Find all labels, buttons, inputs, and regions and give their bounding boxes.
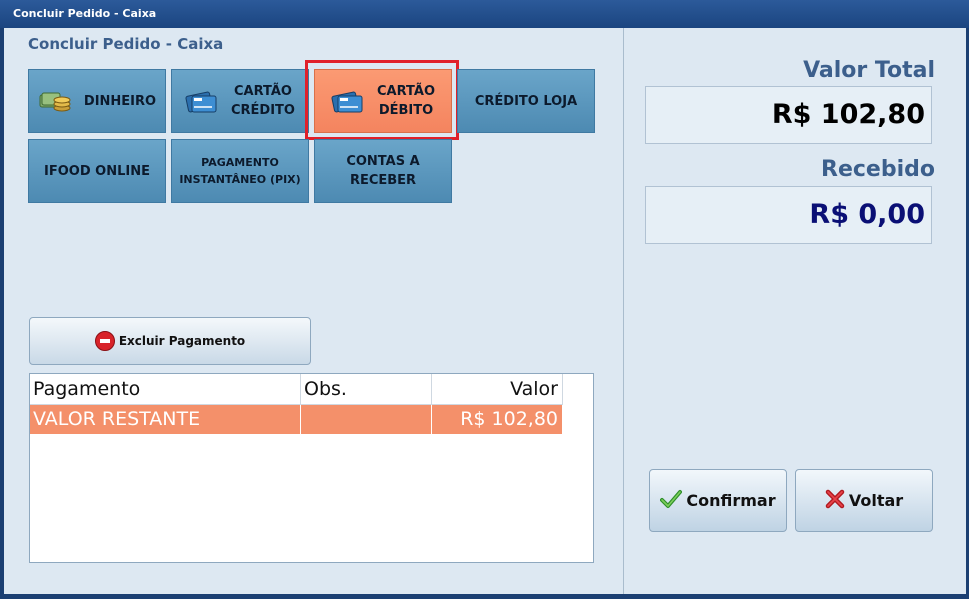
summary-panel: Valor Total R$ 102,80 Recebido R$ 0,00 C… (623, 28, 966, 594)
coins-icon (38, 89, 72, 113)
valor-total-display: R$ 102,80 (645, 86, 932, 144)
selection-highlight (305, 60, 459, 140)
payment-button-pix[interactable]: PAGAMENTO INSTANTÂNEO (PIX) (171, 139, 309, 203)
payment-panel: Concluir Pedido - Caixa DINHEIRO CARTÃO … (4, 28, 622, 594)
minus-circle-icon (94, 331, 115, 351)
checkmark-icon (660, 489, 683, 513)
grid-header: Pagamento Obs. Valor (30, 374, 563, 405)
table-row[interactable]: VALOR RESTANTE R$ 102,80 (30, 405, 563, 434)
payment-button-dinheiro[interactable]: DINHEIRO (28, 69, 166, 133)
payment-button-label: CRÉDITO LOJA (474, 93, 578, 109)
recebido-label: Recebido (821, 157, 935, 182)
card-icon (185, 88, 219, 114)
dialog-body: Concluir Pedido - Caixa DINHEIRO CARTÃO … (4, 28, 966, 594)
payment-button-label: CARTÃO CRÉDITO (231, 84, 295, 118)
excluir-pagamento-button[interactable]: Excluir Pagamento (29, 317, 311, 365)
voltar-button[interactable]: Voltar (795, 469, 933, 532)
window: Concluir Pedido - Caixa Concluir Pedido … (0, 0, 969, 599)
panel-title: Concluir Pedido - Caixa (28, 35, 224, 53)
payment-button-contas-a-receber[interactable]: CONTAS A RECEBER (314, 139, 452, 203)
payment-button-label: IFOOD ONLINE (44, 163, 150, 179)
column-header-obs[interactable]: Obs. (301, 374, 432, 404)
valor-total-label: Valor Total (803, 58, 935, 83)
recebido-display: R$ 0,00 (645, 186, 932, 244)
payment-button-label: DINHEIRO (83, 93, 157, 109)
window-title: Concluir Pedido - Caixa (13, 7, 157, 20)
confirmar-button[interactable]: Confirmar (649, 469, 787, 532)
column-header-valor[interactable]: Valor (432, 374, 563, 404)
payment-button-label: CONTAS A RECEBER (346, 154, 420, 188)
payment-button-cartao-credito[interactable]: CARTÃO CRÉDITO (171, 69, 309, 133)
voltar-label: Voltar (848, 491, 904, 510)
payments-grid[interactable]: Pagamento Obs. Valor VALOR RESTANTE R$ 1… (29, 373, 594, 563)
cell-valor: R$ 102,80 (432, 405, 563, 434)
column-header-pagamento[interactable]: Pagamento (30, 374, 301, 404)
title-bar: Concluir Pedido - Caixa (0, 0, 969, 28)
confirmar-label: Confirmar (686, 491, 776, 510)
payment-button-ifood-online[interactable]: IFOOD ONLINE (28, 139, 166, 203)
cell-pagamento: VALOR RESTANTE (30, 405, 301, 434)
payment-button-credito-loja[interactable]: CRÉDITO LOJA (457, 69, 595, 133)
excluir-pagamento-label: Excluir Pagamento (118, 334, 246, 348)
x-icon (825, 489, 845, 513)
cell-obs (301, 405, 432, 434)
payment-button-label: PAGAMENTO INSTANTÂNEO (PIX) (179, 156, 301, 186)
